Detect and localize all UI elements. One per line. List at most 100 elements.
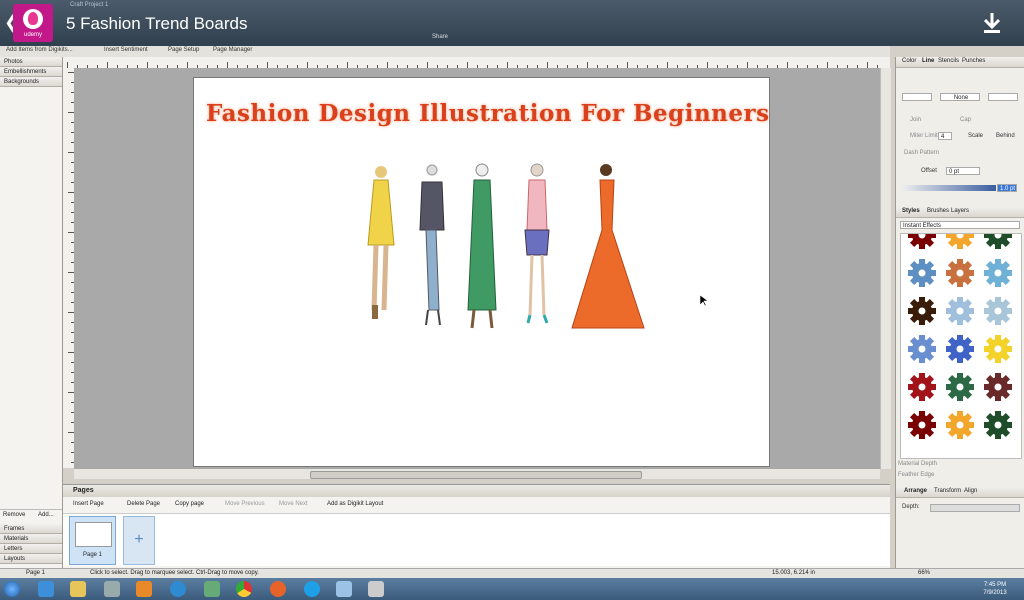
effect-style-gear-icon[interactable] <box>983 296 1013 326</box>
app-circle-icon[interactable] <box>170 581 186 597</box>
effect-style-gear-icon[interactable] <box>945 334 975 364</box>
remove-button[interactable]: Remove <box>3 512 25 518</box>
tab-transform[interactable]: Transform <box>934 488 961 494</box>
miter-label: Miter Limit <box>910 133 938 139</box>
miter-input[interactable]: 4 <box>938 132 952 140</box>
effect-style-gear-icon[interactable] <box>945 258 975 288</box>
tab-punches[interactable]: Punches <box>962 58 985 64</box>
firefox-icon[interactable] <box>270 581 286 597</box>
share-button[interactable]: Share <box>432 34 448 40</box>
offset-label: Offset <box>921 168 937 174</box>
file-explorer-icon[interactable] <box>70 581 86 597</box>
effect-style-gear-icon[interactable] <box>945 296 975 326</box>
insert-sentiment-button[interactable]: Insert Sentiment <box>104 47 148 53</box>
effect-style-gear-icon[interactable] <box>945 410 975 440</box>
figure-sketch-jacket <box>419 164 445 326</box>
status-coords: 15.003, 6.214 in <box>772 570 816 576</box>
tab-brushes[interactable]: Brushes <box>927 208 949 214</box>
media-icon[interactable] <box>104 581 120 597</box>
line-end-dropdown[interactable] <box>988 93 1018 101</box>
tab-line[interactable]: Line <box>922 58 934 64</box>
line-width-slider[interactable] <box>902 185 996 191</box>
add-items-button[interactable]: Add Items from Digikits... <box>6 47 73 53</box>
project-page[interactable]: Fashion Design Illustration For Beginner… <box>193 77 770 467</box>
copy-page-button[interactable]: Copy page <box>175 501 204 507</box>
behind-checkbox[interactable]: Behind <box>996 133 1015 139</box>
tab-arrange[interactable]: Arrange <box>904 488 927 494</box>
app-icon[interactable] <box>204 581 220 597</box>
page-title-text[interactable]: Fashion Design Illustration For Beginner… <box>206 100 769 127</box>
udemy-logo: udemy <box>13 4 53 42</box>
effect-style-gear-icon[interactable] <box>907 410 937 440</box>
effect-style-gear-icon[interactable] <box>907 233 937 250</box>
tab-materials[interactable]: Materials <box>0 534 62 544</box>
line-width-value[interactable]: 1.0 pt <box>997 184 1017 192</box>
chrome-icon[interactable] <box>236 581 252 597</box>
effect-style-gear-icon[interactable] <box>907 372 937 402</box>
video-top-bar: Craft Project 1 ❮ udemy 5 Fashion Trend … <box>0 0 1024 46</box>
horizontal-scrollbar[interactable] <box>74 469 880 479</box>
page-manager-button[interactable]: Page Manager <box>213 47 252 53</box>
effect-style-gear-icon[interactable] <box>907 334 937 364</box>
status-page[interactable]: Page 1 <box>26 570 45 576</box>
internet-explorer-icon[interactable] <box>38 581 54 597</box>
add-digikit-layout-button[interactable]: Add as Digikit Layout <box>327 501 383 507</box>
tab-layouts[interactable]: Layouts <box>0 554 62 564</box>
effects-dropdown[interactable]: Instant Effects <box>900 221 1020 229</box>
scale-checkbox[interactable]: Scale <box>968 133 983 139</box>
windows-taskbar: 7:45 PM 7/9/2013 <box>0 578 1024 600</box>
offset-input[interactable]: 0 pt <box>946 167 980 175</box>
media-player-icon[interactable] <box>136 581 152 597</box>
tab-embellishments[interactable]: Embellishments <box>0 67 62 77</box>
effect-style-gear-icon[interactable] <box>907 258 937 288</box>
join-label: Join <box>910 117 922 123</box>
depth-slider[interactable] <box>930 504 1020 512</box>
zoom-level[interactable]: 66% <box>918 570 930 576</box>
skype-icon[interactable] <box>304 581 320 597</box>
effect-style-gear-icon[interactable] <box>945 233 975 250</box>
add-page-thumbnail[interactable]: + <box>123 516 155 565</box>
add-button[interactable]: Add... <box>38 512 54 518</box>
effect-style-gear-icon[interactable] <box>983 410 1013 440</box>
tab-frames[interactable]: Frames <box>0 524 62 534</box>
clock[interactable]: 7:45 PM 7/9/2013 <box>975 581 1015 597</box>
effect-style-gear-icon[interactable] <box>945 372 975 402</box>
scroll-thumb[interactable] <box>310 471 642 479</box>
line-width-dropdown[interactable] <box>902 93 932 101</box>
insert-page-button[interactable]: Insert Page <box>73 501 104 507</box>
move-next-button[interactable]: Move Next <box>279 501 308 507</box>
window-title-hint: Craft Project 1 <box>70 2 109 8</box>
tab-letters[interactable]: Letters <box>0 544 62 554</box>
tab-stencils[interactable]: Stencils <box>938 58 959 64</box>
figure-green-dress <box>467 163 497 329</box>
craftartist-icon[interactable] <box>336 581 352 597</box>
tab-layers[interactable]: Layers <box>951 208 969 214</box>
effect-style-gear-icon[interactable] <box>983 233 1013 250</box>
tab-styles[interactable]: Styles <box>902 208 920 214</box>
vertical-scrollbar[interactable] <box>880 68 891 469</box>
move-previous-button[interactable]: Move Previous <box>225 501 265 507</box>
start-button-icon[interactable] <box>4 581 20 597</box>
clock-date: 7/9/2013 <box>983 590 1007 596</box>
material-depth-label: Material Depth <box>898 461 938 467</box>
tab-backgrounds[interactable]: Backgrounds <box>0 77 62 87</box>
download-icon[interactable] <box>982 12 1002 34</box>
figure-yellow-dress <box>367 166 395 319</box>
fashion-illustrations-image[interactable] <box>344 160 664 340</box>
tab-align[interactable]: Align <box>964 488 977 494</box>
page-1-thumbnail[interactable]: Page 1 <box>69 516 116 565</box>
tab-photos[interactable]: Photos <box>0 57 62 67</box>
effects-gallery <box>900 233 1022 459</box>
flame-icon <box>28 12 38 25</box>
effect-style-gear-icon[interactable] <box>983 372 1013 402</box>
tab-color[interactable]: Color <box>902 58 916 64</box>
feather-edge-label: Feather Edge <box>898 472 935 478</box>
page-setup-button[interactable]: Page Setup <box>168 47 199 53</box>
figure-orange-gown <box>571 164 645 329</box>
delete-page-button[interactable]: Delete Page <box>127 501 160 507</box>
line-style-dropdown[interactable]: None <box>940 93 980 101</box>
effect-style-gear-icon[interactable] <box>907 296 937 326</box>
effect-style-gear-icon[interactable] <box>983 258 1013 288</box>
window-icon[interactable] <box>368 581 384 597</box>
effect-style-gear-icon[interactable] <box>983 334 1013 364</box>
